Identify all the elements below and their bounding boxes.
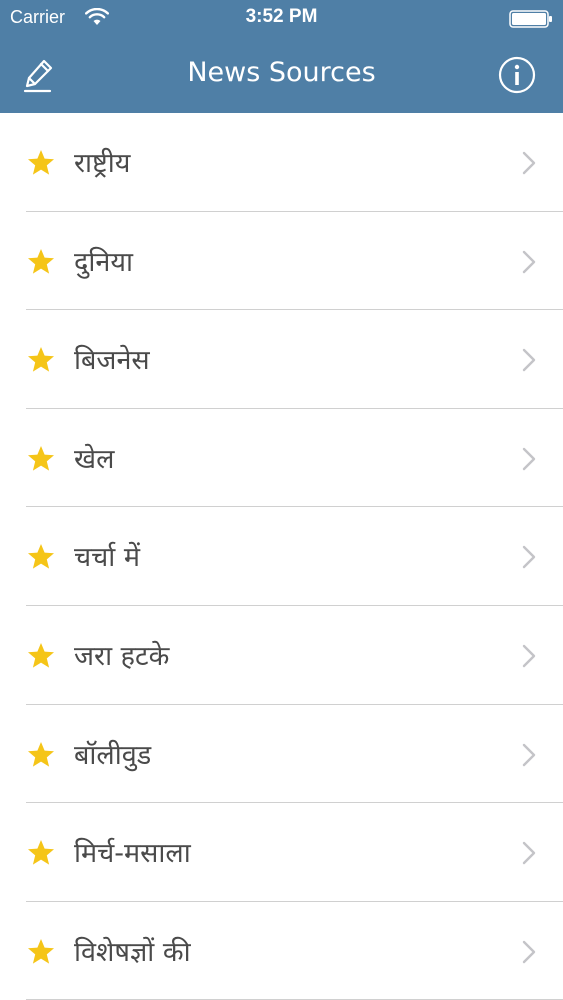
list-item[interactable]: विशेषज्ञों की (0, 902, 563, 1000)
list-item[interactable]: मिर्च-मसाला (0, 803, 563, 902)
chevron-right-icon (522, 348, 536, 372)
navigation-bar: News Sources (0, 38, 563, 113)
list-item[interactable]: चर्चा में (0, 507, 563, 606)
list-item-label: विशेषज्ञों की (74, 936, 191, 968)
star-icon (28, 248, 54, 274)
status-bar: Carrier 3:52 PM (0, 0, 563, 38)
list-item-label: खेल (74, 443, 115, 475)
chevron-right-icon (522, 250, 536, 273)
list-item-label: बॉलीवुड (74, 739, 152, 771)
list-item[interactable]: राष्ट्रीय (0, 113, 563, 212)
star-icon (28, 840, 54, 865)
star-icon (28, 544, 54, 569)
chevron-right-icon (522, 841, 536, 865)
info-icon[interactable] (498, 56, 536, 94)
chevron-right-icon (522, 151, 536, 175)
chevron-right-icon (522, 546, 536, 569)
chevron-right-icon (522, 940, 536, 963)
chevron-right-icon (522, 743, 536, 766)
list-item-label: चर्चा में (74, 542, 141, 574)
battery-icon (509, 10, 552, 28)
news-sources-list: राष्ट्रीय दुनिया बिजनेस खेल चर्चा में जर… (0, 113, 563, 1000)
chevron-right-icon (522, 447, 536, 470)
page-title: News Sources (187, 57, 376, 88)
list-item[interactable]: दुनिया (0, 212, 563, 311)
list-item[interactable]: खेल (0, 409, 563, 508)
list-item-label: मिर्च-मसाला (74, 838, 191, 870)
list-item[interactable]: बिजनेस (0, 310, 563, 409)
list-item-label: राष्ट्रीय (74, 148, 131, 179)
list-item[interactable]: बॉलीवुड (0, 705, 563, 804)
star-icon (28, 642, 54, 668)
star-icon (28, 741, 54, 767)
list-item-label: जरा हटके (74, 640, 170, 672)
star-icon (28, 938, 54, 964)
list-item-label: बिजनेस (74, 345, 150, 377)
star-icon (28, 445, 54, 471)
star-icon (28, 347, 54, 372)
status-time: 3:52 PM (245, 6, 318, 27)
chevron-right-icon (522, 644, 536, 668)
star-icon (28, 150, 54, 175)
list-item[interactable]: जरा हटके (0, 606, 563, 705)
list-item-label: दुनिया (74, 246, 133, 278)
